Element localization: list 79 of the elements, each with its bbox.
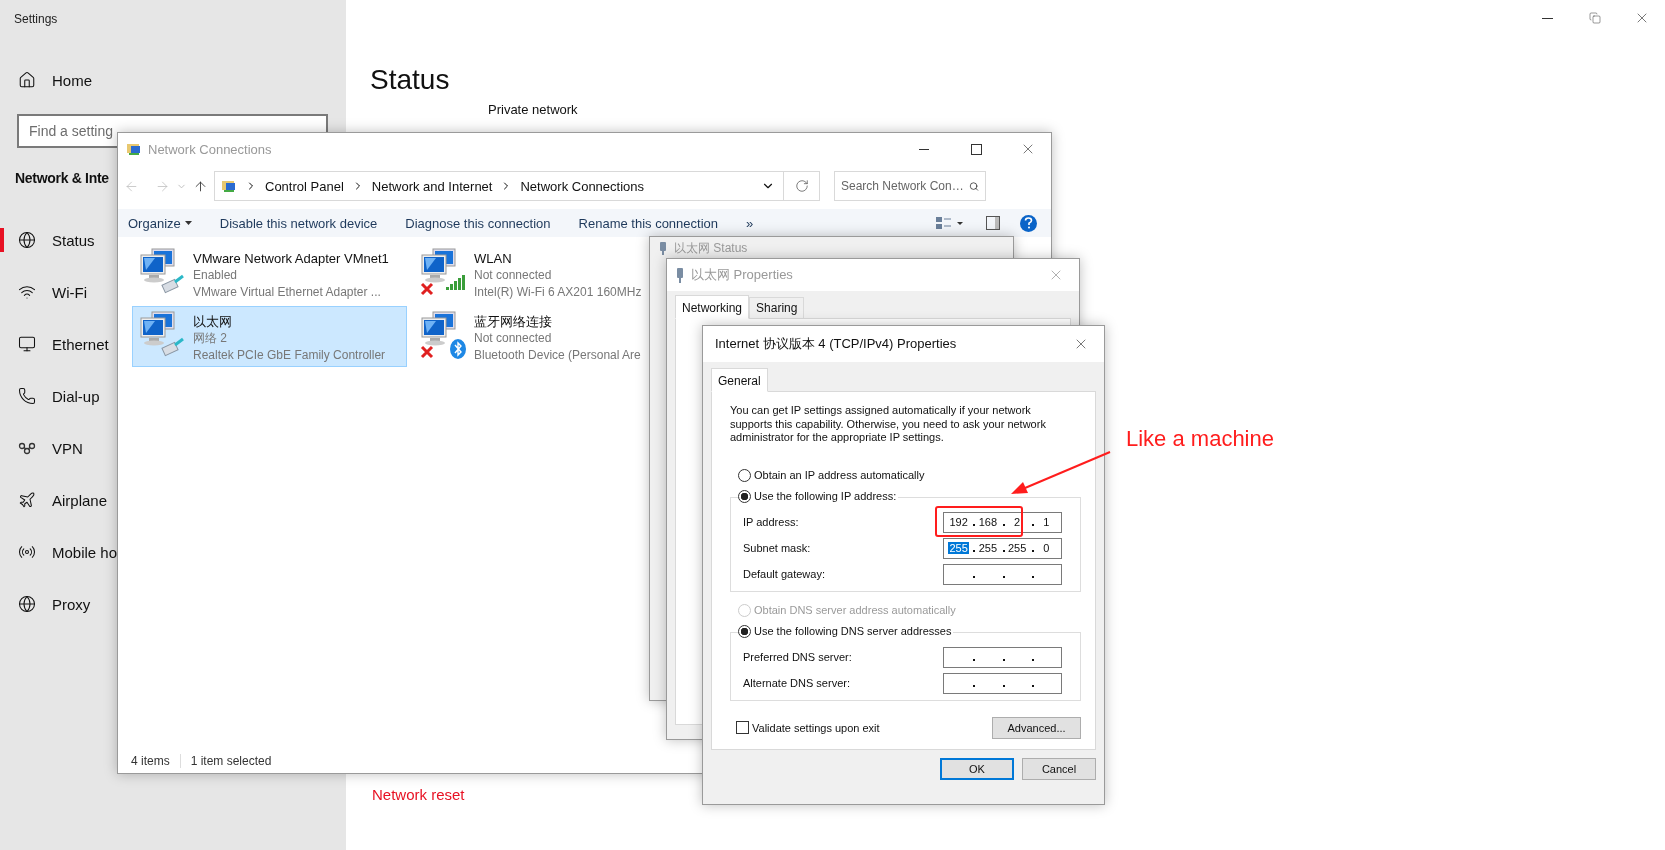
ip-address-field[interactable] <box>943 672 1062 694</box>
refresh-button[interactable] <box>784 171 820 201</box>
search-icon <box>969 179 979 193</box>
window-title: Internet 协议版本 4 (TCP/IPv4) Properties <box>715 335 957 353</box>
breadcrumb-item[interactable]: Network and Internet <box>371 178 493 194</box>
up-button[interactable] <box>193 178 208 194</box>
adapter-item[interactable]: 以太网 网络 2 Realtek PCIe GbE Family Controller <box>132 306 407 367</box>
adapter-item[interactable]: VMware Network Adapter VMnet1 Enabled VMware Virtual Ethernet Adapter ... <box>132 243 407 304</box>
nav-item[interactable]: Ethernet <box>0 318 113 370</box>
network-adapter-icon <box>418 309 468 359</box>
section-title: Network & Inte <box>15 170 109 186</box>
network-reset-link[interactable]: Network reset <box>372 786 465 803</box>
ip-address-field[interactable] <box>943 563 1062 585</box>
advanced-button[interactable]: Advanced... <box>992 716 1081 739</box>
nav-item[interactable]: Wi-Fi <box>0 266 91 318</box>
nav-item[interactable]: Dial-up <box>0 370 104 422</box>
view-options-icon[interactable] <box>936 216 964 230</box>
window-title: Network Connections <box>148 141 272 157</box>
network-plug-icon <box>658 241 668 255</box>
tab[interactable]: Sharing <box>749 297 805 319</box>
field-label: Default gateway: <box>743 568 825 580</box>
nav-item[interactable]: Airplane <box>0 474 112 526</box>
plane-icon <box>18 491 36 509</box>
tab[interactable]: General <box>711 368 768 392</box>
maximize-icon <box>970 143 982 155</box>
monitor-icon <box>18 335 36 353</box>
minimize-icon <box>919 148 929 150</box>
network-folder-icon <box>221 178 237 194</box>
field-label: Subnet mask: <box>743 542 811 554</box>
annotation-text: Like a machine <box>1126 426 1274 452</box>
window-title: 以太网 Properties <box>691 266 793 284</box>
home-link[interactable]: Home <box>0 54 96 106</box>
address-bar[interactable]: Control Panel Network and Internet Network Connections <box>214 171 784 201</box>
caret-icon <box>184 221 192 225</box>
page-heading: Status <box>370 64 451 96</box>
ip-address-field[interactable]: 255 255 255 0 <box>943 537 1062 559</box>
window-title: 以太网 Status <box>674 239 748 257</box>
network-plug-icon <box>675 267 685 283</box>
ip-address-field[interactable]: 192 168 2 1 <box>943 511 1062 533</box>
preview-pane-icon[interactable] <box>986 216 1000 230</box>
intro-text: You can get IP settings assigned automatically if your network supports this capability. Otherwise, you need to ask your network administrator for the appropriate IP settings. <box>730 404 1047 445</box>
field-label: Preferred DNS server: <box>743 651 852 663</box>
refresh-icon <box>794 179 809 193</box>
network-type: Private network <box>488 102 579 117</box>
ok-button[interactable]: OK <box>940 757 1014 780</box>
status-text: 1 item selected <box>190 754 273 768</box>
phone-icon <box>18 387 36 405</box>
validate-checkbox[interactable]: Validate settings upon exit <box>736 721 880 734</box>
toolbar-button[interactable]: Rename this connection <box>578 215 719 231</box>
antenna-icon <box>18 543 36 561</box>
search-box[interactable]: Search Network Con… <box>834 171 986 201</box>
restore-icon <box>1588 12 1601 24</box>
breadcrumb-item[interactable]: Network Connections <box>520 178 645 194</box>
app-title: Settings <box>13 12 59 28</box>
toolbar-button[interactable]: Diagnose this connection <box>405 215 551 231</box>
network-adapter-icon <box>418 246 468 296</box>
help-icon[interactable] <box>1020 214 1037 232</box>
more-button[interactable]: » <box>746 215 754 231</box>
minimize-icon <box>1542 17 1553 19</box>
search-field[interactable]: Find a setting <box>29 123 115 139</box>
search-field[interactable]: Search Network Con… <box>841 179 965 193</box>
nav-item[interactable]: Proxy <box>0 578 95 630</box>
nav-item[interactable]: Status <box>0 214 99 266</box>
nav-item[interactable]: VPN <box>0 422 87 474</box>
globe-icon <box>18 231 36 249</box>
tab[interactable]: Networking <box>675 295 750 319</box>
network-folder-icon <box>126 141 142 157</box>
organize-menu[interactable]: Organize <box>128 215 192 231</box>
breadcrumb-item[interactable]: Control Panel <box>265 178 344 194</box>
status-text: 4 items <box>131 754 181 768</box>
nav-item[interactable]: Mobile ho <box>0 526 122 578</box>
toolbar-button[interactable]: Disable this network device <box>219 215 378 231</box>
ip-address-field[interactable] <box>943 646 1062 668</box>
house-icon <box>18 71 36 89</box>
globe-icon <box>18 595 36 613</box>
field-label: Alternate DNS server: <box>743 677 850 689</box>
field-label: IP address: <box>743 516 799 528</box>
checkbox-square <box>736 721 749 734</box>
cancel-button[interactable]: Cancel <box>1022 757 1096 780</box>
